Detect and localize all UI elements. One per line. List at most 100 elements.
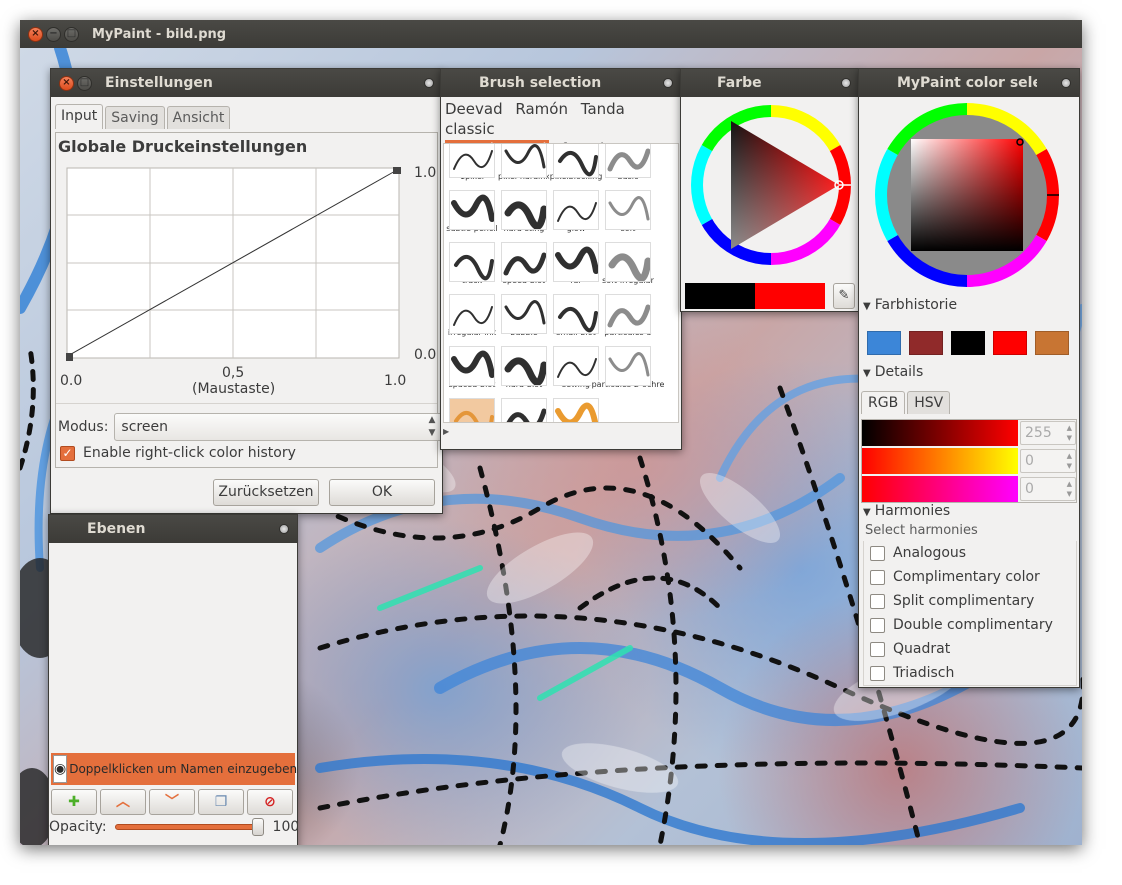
color-history-checkbox-row[interactable]: ✓ Enable right-click color history [60,445,296,461]
tab-rgb[interactable]: RGB [861,391,906,414]
history-swatch[interactable] [867,331,901,355]
color-selector-panel: MyPaint color selector [858,68,1080,688]
opacity-slider-knob[interactable] [251,818,264,836]
tab-ansicht[interactable]: Ansicht [166,106,231,129]
brush-item[interactable]: pixelblocking [548,144,604,188]
history-swatch[interactable] [1035,331,1069,355]
hue-triangle-wheel[interactable] [689,99,860,279]
red-spinbox[interactable]: 255 ▲ ▼ [1020,421,1076,445]
opacity-slider[interactable] [114,818,264,836]
main-window: × − □ MyPaint - bild.png × □ Einstellung… [20,20,1082,845]
main-titlebar: × − □ MyPaint - bild.png [20,20,1082,48]
tab-input[interactable]: Input [55,104,104,129]
modus-select[interactable]: screen ▲ ▼ [114,413,442,441]
layers-titlebar: Ebenen [49,515,297,543]
settings-menu-dot[interactable] [424,78,434,88]
brush-item[interactable]: speed-blot [498,240,550,292]
brush-thumbnail [553,398,599,422]
brush-item[interactable]: irregular-ink [446,292,498,344]
blue-slider[interactable] [862,476,1018,502]
harmony-checkbox[interactable] [870,545,885,561]
harmonies-expander[interactable]: ▼ Harmonies [863,503,950,519]
brush-item[interactable]: particules-3 [602,292,654,344]
history-expander[interactable]: ▼ Farbhistorie [863,297,957,313]
farbe-menu-dot[interactable] [841,78,851,88]
brush-item[interactable]: pixel-hardink [497,144,551,188]
opacity-label: Opacity: [49,819,107,835]
brush-item[interactable]: bubble [498,292,550,344]
brush-group-ramon[interactable]: Ramón [515,100,568,118]
layer-buttons: ✚ ︿ ﹀ ❐ ⊘ [51,789,296,815]
brush-group-deevad[interactable]: Deevad [445,100,503,118]
color-selector-menu-dot[interactable] [1061,78,1071,88]
ok-button[interactable]: OK [329,479,435,506]
brush-stroke-preview [504,144,546,169]
harmony-checkbox[interactable] [870,569,885,585]
brush-item[interactable]: glow [550,188,602,240]
green-spinbox[interactable]: 0 ▲ ▼ [1020,449,1076,473]
brush-item[interactable]: basic [602,144,654,188]
harmony-option[interactable]: Complimentary color [864,565,1076,589]
tab-hsv[interactable]: HSV [907,391,951,414]
brush-item[interactable]: soft-irregular [601,240,655,292]
harmony-label: Analogous [893,545,967,561]
reset-button[interactable]: Zurücksetzen [213,479,319,506]
brush-item[interactable]: small-blot [550,292,602,344]
harmony-checkbox[interactable] [870,617,885,633]
pressure-curve-editor[interactable] [66,167,402,363]
brush-group-classic[interactable]: classic [445,120,495,138]
green-slider[interactable] [862,448,1018,474]
harmony-option[interactable]: Split complimentary [864,589,1076,613]
add-layer-button[interactable]: ✚ [51,789,97,815]
settings-close-button[interactable]: × [59,75,74,91]
color-history-checkbox[interactable]: ✓ [60,445,75,461]
brush-menu-dot[interactable] [663,78,673,88]
settings-title: Einstellungen [105,75,213,91]
window-maximize-button[interactable]: □ [64,26,79,42]
delete-layer-button[interactable]: ⊘ [247,789,293,815]
layers-menu-dot[interactable] [279,524,289,534]
harmony-checkbox[interactable] [870,593,885,609]
brush-item[interactable]: fur [550,240,602,292]
brush-item[interactable]: soft [602,188,654,240]
details-expander[interactable]: ▼ Details [863,364,923,380]
harmony-option[interactable]: Quadrat [864,637,1076,661]
layer-row[interactable]: ◉ Doppelklicken um Namen einzugeben [51,753,297,785]
history-swatch[interactable] [951,331,985,355]
brush-item[interactable]: hard-blot [498,344,550,396]
history-swatch[interactable] [909,331,943,355]
window-minimize-button[interactable]: − [46,26,61,42]
blue-spinbox[interactable]: 0 ▲ ▼ [1020,477,1076,501]
eyedropper-button[interactable]: ✎ [833,283,855,309]
settings-maximize-button[interactable]: □ [77,75,92,91]
brush-item[interactable]: particules-2-ochre [590,344,666,396]
brush-item[interactable]: spaced-blot [446,344,498,396]
harmony-option[interactable]: Triadisch [864,661,1076,685]
harmony-checkbox[interactable] [870,665,885,681]
brush-item[interactable]: DNA-brush [550,396,602,422]
tab-saving[interactable]: Saving [105,106,165,129]
brush-item[interactable]: 1pixel [446,144,498,188]
brush-item[interactable]: leaves [498,396,550,422]
color-wheel-square[interactable] [871,101,1071,301]
brush-item[interactable]: subtle-pencil [445,188,499,240]
brush-item[interactable]: hard-sting [498,188,550,240]
brush-group-tanda[interactable]: Tanda [581,100,625,118]
scroll-arrow-icon[interactable]: ▶ [443,427,449,436]
harmony-option[interactable]: Analogous [864,541,1076,565]
move-layer-up-button[interactable]: ︿ [100,789,146,815]
brush-thumbnail [501,190,547,230]
harmony-label: Quadrat [893,641,951,657]
brush-item[interactable]: pick-and-drag [446,396,498,422]
window-close-button[interactable]: × [28,26,43,42]
brush-thumbnail [605,242,651,282]
duplicate-layer-button[interactable]: ❐ [198,789,244,815]
move-layer-down-button[interactable]: ﹀ [149,789,195,815]
harmony-checkbox[interactable] [870,641,885,657]
history-swatch[interactable] [993,331,1027,355]
layers-title: Ebenen [87,521,146,537]
harmony-option[interactable]: Double complimentary [864,613,1076,637]
brush-item[interactable]: track [446,240,498,292]
red-slider[interactable] [862,420,1018,446]
eye-icon[interactable]: ◉ [53,755,68,783]
